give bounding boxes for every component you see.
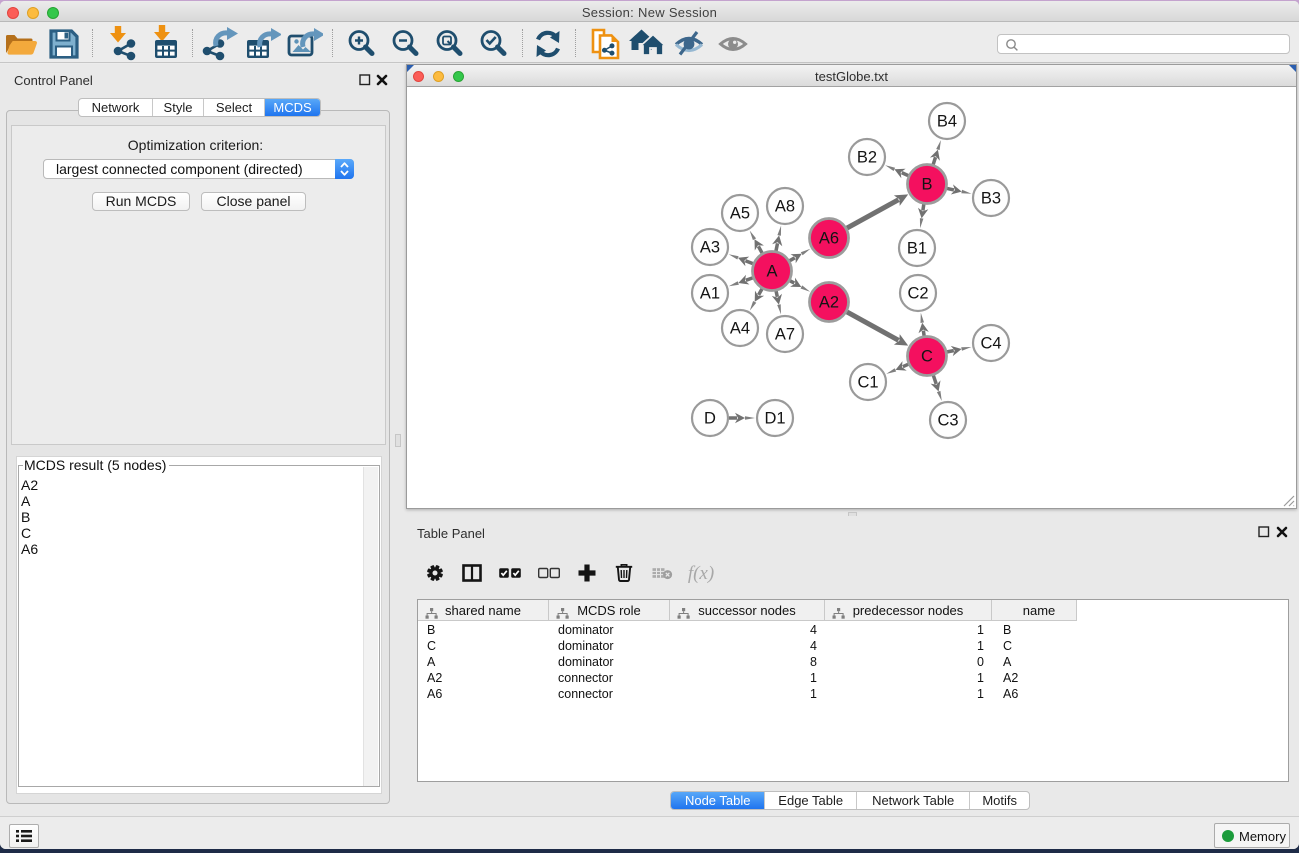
svg-text:B1: B1	[907, 240, 927, 258]
svg-text:A1: A1	[700, 285, 720, 303]
svg-text:f(x): f(x)	[688, 563, 714, 584]
svg-text:C3: C3	[937, 412, 958, 430]
svg-text:A5: A5	[730, 205, 750, 223]
svg-text:B4: B4	[937, 113, 957, 131]
svg-text:B3: B3	[981, 190, 1001, 208]
svg-text:B: B	[921, 176, 932, 194]
svg-text:C4: C4	[980, 335, 1001, 353]
svg-text:A3: A3	[700, 239, 720, 257]
svg-text:D1: D1	[764, 410, 785, 428]
svg-text:C: C	[921, 348, 933, 366]
svg-text:C2: C2	[907, 285, 928, 303]
svg-text:A8: A8	[775, 198, 795, 216]
svg-text:B2: B2	[857, 149, 877, 167]
svg-text:D: D	[704, 410, 716, 428]
svg-text:A2: A2	[819, 294, 839, 312]
svg-text:A4: A4	[730, 320, 750, 338]
svg-text:A7: A7	[775, 326, 795, 344]
svg-text:C1: C1	[857, 374, 878, 392]
svg-text:A: A	[766, 263, 777, 281]
svg-text:A6: A6	[819, 230, 839, 248]
